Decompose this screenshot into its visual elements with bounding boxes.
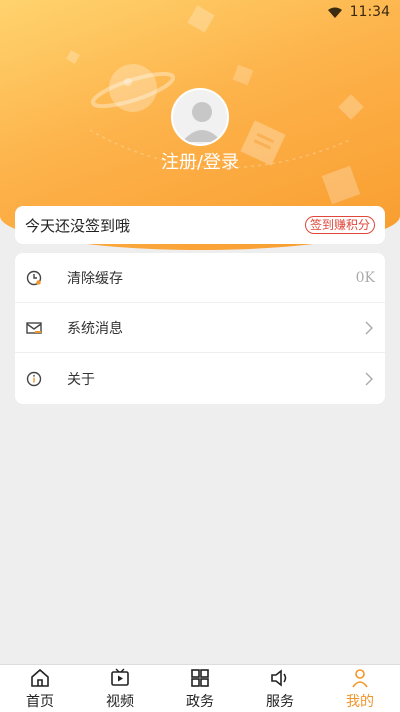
status-time: 11:34 — [349, 4, 390, 20]
square-decoration — [232, 64, 254, 86]
avatar[interactable] — [171, 88, 229, 146]
tab-services[interactable]: 服务 — [240, 665, 320, 712]
menu-item-label: 系统消息 — [67, 320, 123, 337]
menu-item-label: 关于 — [67, 371, 95, 388]
home-icon — [31, 668, 49, 687]
video-icon — [111, 668, 129, 686]
sign-in-prompt: 今天还没签到哦 — [25, 216, 131, 235]
grid-icon — [191, 668, 209, 687]
tab-label: 服务 — [266, 693, 294, 710]
menu-item-clear-cache[interactable]: 清除缓存 0K — [15, 253, 385, 303]
menu-item-label: 清除缓存 — [67, 270, 123, 287]
tab-government[interactable]: 政务 — [160, 665, 240, 712]
cache-size-value: 0K — [355, 269, 375, 286]
chevron-right-icon — [365, 321, 373, 334]
menu-item-about[interactable]: 关于 — [15, 353, 385, 404]
login-register-link[interactable]: 注册/登录 — [0, 148, 400, 174]
status-bar: 11:34 — [0, 0, 400, 24]
tab-label: 视频 — [106, 693, 134, 710]
speaker-icon — [271, 668, 287, 687]
tab-label: 政务 — [186, 693, 214, 710]
tab-label: 我的 — [346, 693, 374, 710]
chevron-right-icon — [365, 372, 373, 385]
clock-icon — [25, 269, 43, 287]
bottom-tab-bar: 首页 视频 政务 服务 我的 — [0, 664, 400, 712]
settings-menu: 清除缓存 0K 系统消息 关于 — [15, 253, 385, 404]
tab-home[interactable]: 首页 — [0, 665, 80, 712]
mail-icon — [25, 319, 43, 337]
menu-item-system-messages[interactable]: 系统消息 — [15, 303, 385, 353]
user-icon — [352, 668, 368, 687]
sign-in-card: 今天还没签到哦 签到赚积分 — [15, 206, 385, 244]
profile-page: 11:34 注册/登录 今天还没签到哦 签到赚积分 清除缓存 0K 系统消息 关… — [0, 0, 400, 712]
tab-video[interactable]: 视频 — [80, 665, 160, 712]
tab-mine[interactable]: 我的 — [320, 665, 400, 712]
wifi-icon — [327, 7, 342, 18]
tab-label: 首页 — [26, 693, 54, 710]
square-decoration — [66, 50, 80, 64]
info-icon — [25, 370, 43, 388]
sign-in-button[interactable]: 签到赚积分 — [304, 216, 375, 234]
